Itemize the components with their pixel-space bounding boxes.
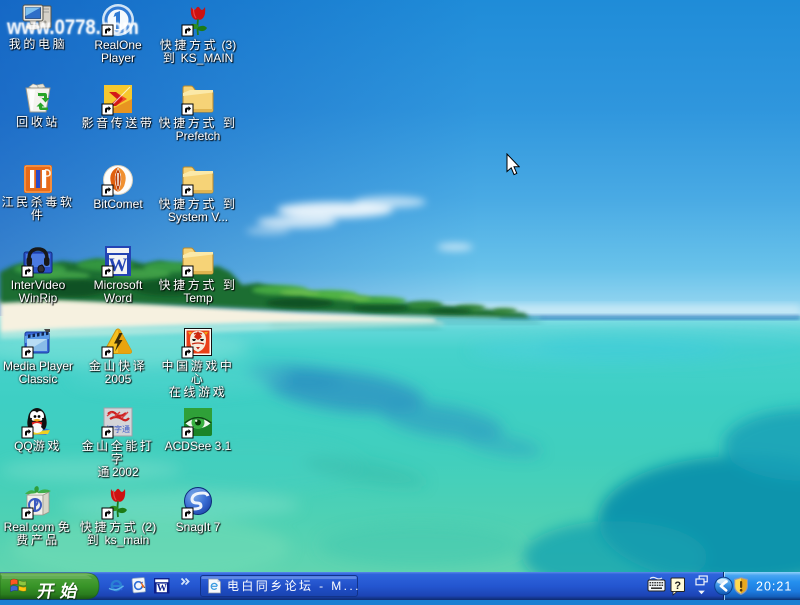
svg-text:20:21: 20:21 (756, 580, 792, 594)
svg-text:W: W (109, 255, 128, 276)
svg-text:?: ? (674, 580, 681, 592)
svg-text:电白同乡论坛 - M...: 电白同乡论坛 - M... (227, 578, 361, 593)
svg-text:W: W (157, 583, 167, 594)
svg-text:打字通: 打字通 (106, 424, 130, 434)
